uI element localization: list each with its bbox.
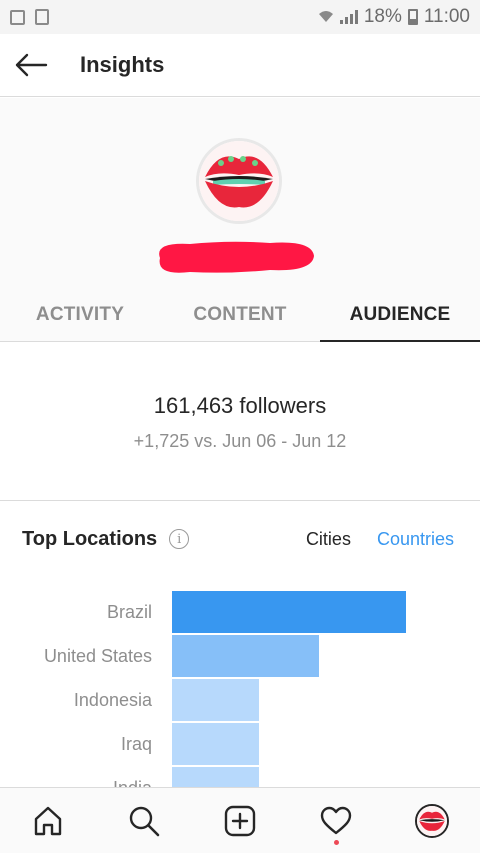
page-title: Insights <box>80 52 165 77</box>
location-bar <box>172 723 259 765</box>
followers-count: 161,463 followers <box>153 393 327 418</box>
location-bar <box>172 591 406 633</box>
profile-section <box>0 98 480 288</box>
heart-icon <box>320 806 352 834</box>
status-left <box>10 9 49 25</box>
top-locations-header: Top Locations i Cities Countries <box>22 526 454 552</box>
cities-toggle[interactable]: Cities <box>306 529 351 550</box>
location-bar-row: Iraq <box>0 723 480 765</box>
battery-icon <box>407 9 418 25</box>
location-label: Brazil <box>106 601 152 622</box>
location-label: Indonesia <box>73 689 152 710</box>
location-bar-row: Brazil <box>0 591 480 633</box>
download-icon <box>35 9 49 25</box>
tab-audience[interactable]: AUDIENCE <box>320 288 480 342</box>
tab-activity[interactable]: ACTIVITY <box>0 288 160 341</box>
location-bar-row: Indonesia <box>0 679 480 721</box>
location-label: United States <box>43 645 152 666</box>
back-button[interactable] <box>0 34 62 97</box>
top-locations-title: Top Locations <box>22 527 158 550</box>
nav-new-post[interactable] <box>210 791 270 851</box>
nav-activity[interactable] <box>306 791 366 851</box>
countries-toggle[interactable]: Countries <box>377 529 454 550</box>
location-bar <box>172 635 319 677</box>
signal-icon <box>339 10 358 24</box>
app-header: Insights <box>0 34 480 97</box>
clock: 11:00 <box>423 6 470 27</box>
location-label: Iraq <box>120 733 152 754</box>
add-post-icon <box>224 805 256 836</box>
battery-percent: 18% <box>363 6 402 27</box>
status-right: 18% 11:00 <box>318 6 470 28</box>
nav-search[interactable] <box>114 791 174 851</box>
image-icon <box>10 9 25 25</box>
bottom-nav <box>0 787 480 853</box>
status-bar: 18% 11:00 <box>0 0 480 34</box>
nav-home[interactable] <box>18 791 78 851</box>
location-bar <box>172 767 259 787</box>
redacted-username <box>159 241 314 273</box>
location-bar <box>172 679 259 721</box>
followers-summary: 161,463 followers +1,725 vs. Jun 06 - Ju… <box>0 343 480 501</box>
location-toggle: Cities Countries <box>306 529 454 550</box>
avatar <box>196 138 282 224</box>
tab-content[interactable]: CONTENT <box>160 288 320 341</box>
location-label: India <box>0 778 152 788</box>
profile-avatar <box>415 803 449 838</box>
wifi-icon <box>318 9 334 26</box>
location-bar-row: India <box>0 767 480 787</box>
insights-tabs: ACTIVITY CONTENT AUDIENCE <box>0 288 480 342</box>
search-icon <box>129 806 160 836</box>
arrow-left-icon <box>15 53 48 77</box>
location-bar-row: United States <box>0 635 480 677</box>
top-locations-card: Top Locations i Cities Countries Brazil U… <box>0 502 480 787</box>
followers-delta: +1,725 vs. Jun 06 - Jun 12 <box>133 431 347 451</box>
notification-dot <box>334 839 339 845</box>
info-icon[interactable]: i <box>169 529 190 549</box>
home-icon <box>34 806 62 835</box>
nav-profile[interactable] <box>402 791 462 851</box>
